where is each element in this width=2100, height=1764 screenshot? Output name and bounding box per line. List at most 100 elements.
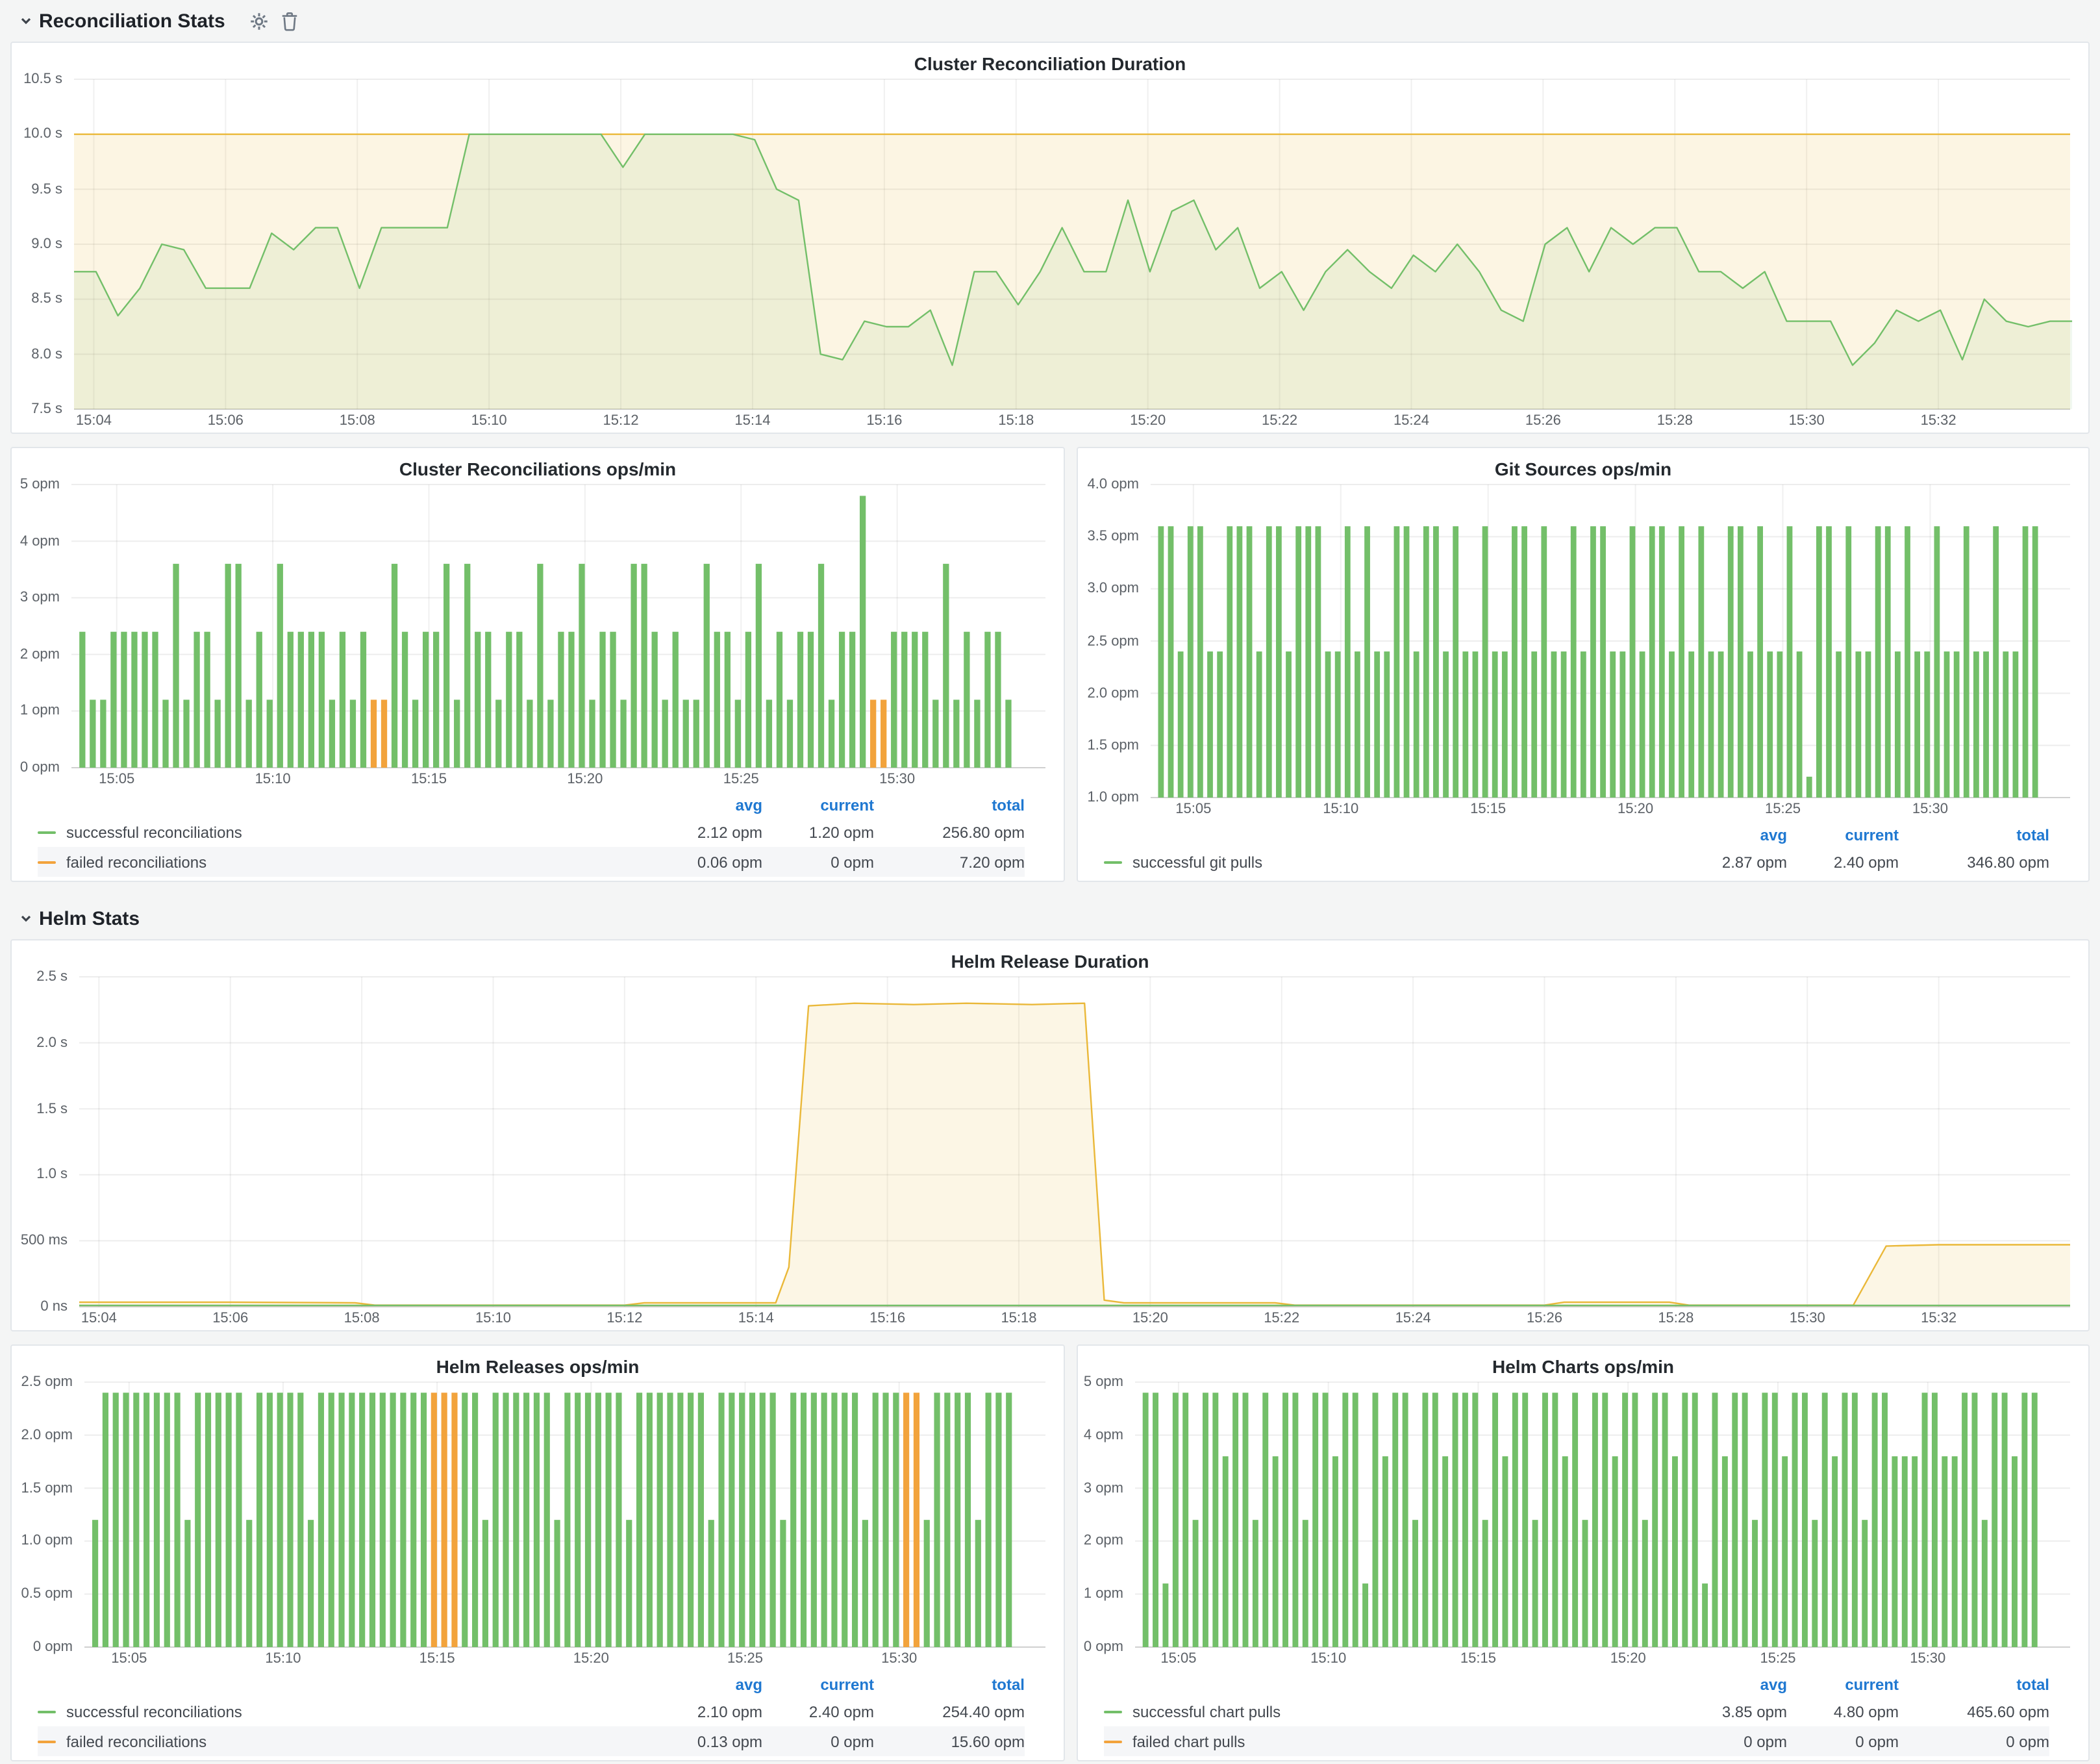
cluster-reconciliations-chart: 0 opm1 opm2 opm3 opm4 opm5 opm 15:0515:1… [12,485,1064,791]
chart-svg [84,1382,1045,1647]
section-header-reconciliation-stats[interactable]: Reconciliation Stats [10,0,2090,42]
legend-header: avg current total [38,792,1025,817]
legend-current-value: 0 opm [1787,1732,1899,1750]
plot-area[interactable] [84,1382,1045,1647]
legend-col-current[interactable]: current [1787,825,1899,844]
series-name[interactable]: successful chart pulls [1132,1702,1675,1720]
x-tick-label: 15:16 [869,1311,905,1326]
legend-col-current[interactable]: current [762,796,874,814]
x-tick-label: 15:04 [76,413,112,429]
legend-header: avg current total [1104,822,2049,847]
series-name[interactable]: failed reconciliations [66,1732,651,1750]
legend-col-total[interactable]: total [1899,825,2049,844]
x-tick-label: 15:32 [1921,413,1956,429]
section-header-helm-stats[interactable]: Helm Stats [10,887,2090,939]
legend-col-avg[interactable]: avg [1675,825,1787,844]
legend-avg-value: 2.87 opm [1675,853,1787,871]
section-title[interactable]: Helm Stats [39,907,140,929]
x-tick-label: 15:20 [1132,1311,1168,1326]
plot-area[interactable] [79,977,2070,1307]
plot-area[interactable] [71,485,1045,768]
x-tick-label: 15:10 [265,1651,301,1667]
y-tick-label: 0 opm [20,760,60,775]
x-tick-label: 15:06 [208,413,244,429]
legend-avg-value: 2.10 opm [651,1702,762,1720]
y-tick-label: 9.5 s [31,181,62,197]
y-tick-label: 2.5 s [36,969,68,985]
legend: avg current total successful reconciliat… [12,1670,1064,1760]
x-axis: 15:0415:0615:0815:1015:1215:1415:1615:18… [74,409,2070,433]
legend-row: failed reconciliations 0.06 opm 0 opm 7.… [38,847,1025,877]
gear-icon[interactable] [250,11,269,31]
legend-col-total[interactable]: total [874,1675,1025,1693]
series-name[interactable]: successful git pulls [1132,853,1675,871]
helm-charts-chart: 0 opm1 opm2 opm3 opm4 opm5 opm 15:0515:1… [1078,1382,2088,1670]
dashboard: Reconciliation Stats Cluster Reconciliat… [0,0,2100,1764]
plot-area[interactable] [1151,485,2070,798]
y-tick-label: 1.5 opm [21,1480,73,1496]
y-axis: 0 opm1 opm2 opm3 opm4 opm5 opm [12,485,71,768]
series-name[interactable]: failed reconciliations [66,853,651,871]
panel-title[interactable]: Cluster Reconciliation Duration [12,43,2088,79]
legend-col-current[interactable]: current [1787,1675,1899,1693]
plot-area[interactable] [1135,1382,2070,1647]
panel-title[interactable]: Helm Release Duration [12,940,2088,977]
legend-col-avg[interactable]: avg [1675,1675,1787,1693]
section-title[interactable]: Reconciliation Stats [39,10,225,32]
chart-svg [71,485,1045,768]
panel-helm-release-duration: Helm Release Duration 2.5 s2.0 s1.5 s1.0… [10,939,2090,1331]
y-tick-label: 4.0 opm [1088,477,1140,492]
y-tick-label: 4 opm [20,533,60,549]
legend-col-total[interactable]: total [874,796,1025,814]
series-swatch [1104,1710,1122,1713]
panel-title[interactable]: Helm Charts ops/min [1078,1346,2088,1382]
x-tick-label: 15:18 [1001,1311,1036,1326]
legend-col-current[interactable]: current [762,1675,874,1693]
panel-title[interactable]: Helm Releases ops/min [12,1346,1064,1382]
legend-total-value: 256.80 opm [874,823,1025,841]
legend-col-total[interactable]: total [1899,1675,2049,1693]
y-tick-label: 7.5 s [31,401,62,417]
plot-area[interactable] [74,79,2070,409]
legend-avg-value: 0 opm [1675,1732,1787,1750]
y-axis: 0 opm0.5 opm1.0 opm1.5 opm2.0 opm2.5 opm [12,1382,84,1647]
series-name[interactable]: failed chart pulls [1132,1732,1675,1750]
chart-svg [1151,485,2070,798]
y-tick-label: 2 opm [1084,1533,1123,1549]
series-swatch [1104,861,1122,863]
legend-avg-value: 0.06 opm [651,853,762,871]
x-tick-label: 15:08 [340,413,375,429]
legend-col-avg[interactable]: avg [651,1675,762,1693]
legend: avg current total successful git pulls 2… [1078,821,2088,881]
trash-icon[interactable] [281,11,299,31]
x-tick-label: 15:15 [411,772,447,787]
x-tick-label: 15:30 [881,1651,917,1667]
panel-title[interactable]: Git Sources ops/min [1078,448,2088,485]
y-tick-label: 1.0 opm [21,1533,73,1549]
y-tick-label: 1.5 s [36,1101,68,1116]
y-axis: 10.5 s10.0 s9.5 s9.0 s8.5 s8.0 s7.5 s [12,79,74,409]
legend-header: avg current total [38,1672,1025,1696]
legend-avg-value: 2.12 opm [651,823,762,841]
series-name[interactable]: successful reconciliations [66,1702,651,1720]
x-tick-label: 15:26 [1525,413,1561,429]
legend: avg current total successful chart pulls… [1078,1670,2088,1760]
y-tick-label: 8.0 s [31,346,62,362]
legend-total-value: 254.40 opm [874,1702,1025,1720]
y-tick-label: 3 opm [20,590,60,605]
x-tick-label: 15:22 [1264,1311,1299,1326]
x-tick-label: 15:20 [1610,1651,1646,1667]
chevron-down-icon[interactable] [18,911,34,926]
legend-total-value: 7.20 opm [874,853,1025,871]
x-tick-label: 15:25 [1760,1651,1795,1667]
chevron-down-icon[interactable] [18,13,34,29]
series-name[interactable]: successful reconciliations [66,823,651,841]
panel-title[interactable]: Cluster Reconciliations ops/min [12,448,1064,485]
y-tick-label: 3 opm [1084,1480,1123,1496]
y-tick-label: 500 ms [21,1233,68,1248]
legend-total-value: 346.80 opm [1899,853,2049,871]
legend-col-avg[interactable]: avg [651,796,762,814]
x-tick-label: 15:26 [1527,1311,1562,1326]
legend-row: successful chart pulls 3.85 opm 4.80 opm… [1104,1696,2049,1726]
legend-total-value: 465.60 opm [1899,1702,2049,1720]
